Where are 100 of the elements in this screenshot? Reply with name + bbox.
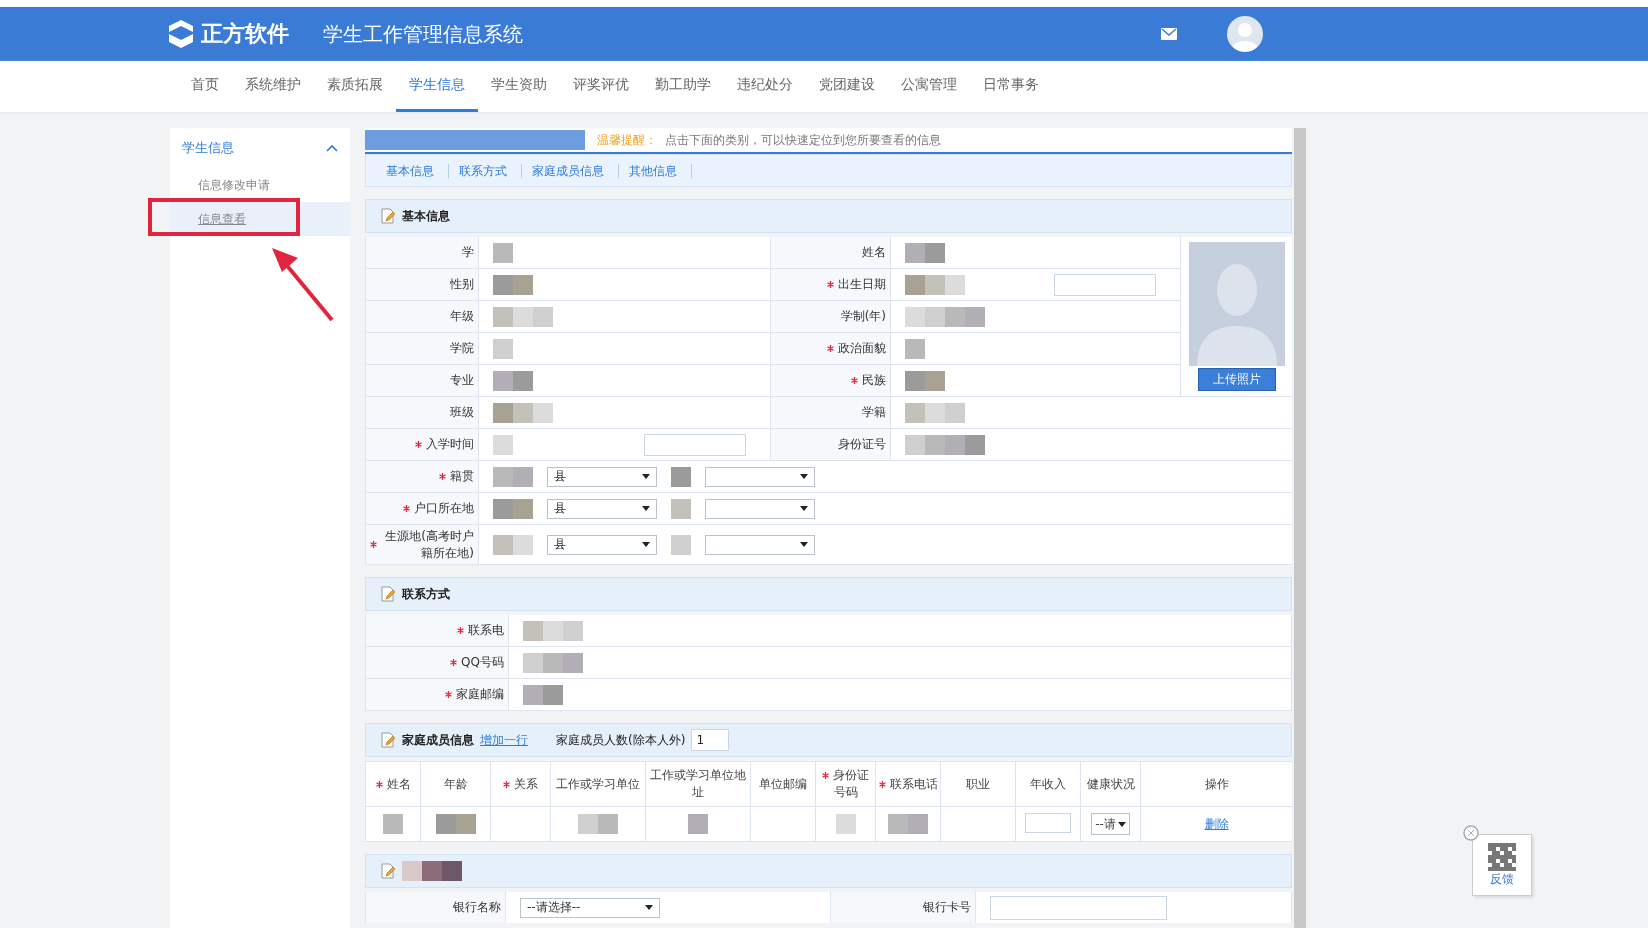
feedback-link[interactable]: 反馈 bbox=[1490, 870, 1514, 888]
field-label: 籍贯 bbox=[450, 468, 474, 485]
nav-tab[interactable]: 公寓管理 bbox=[888, 61, 970, 112]
field-label: 联系电 bbox=[468, 622, 504, 639]
notice-label: 温馨提醒： bbox=[597, 131, 657, 149]
anchor-link[interactable]: 家庭成员信息 bbox=[522, 163, 619, 178]
date-field[interactable] bbox=[1054, 273, 1156, 296]
field-label: 户口所在地 bbox=[414, 500, 474, 517]
select-dropdown[interactable]: 县 bbox=[547, 498, 657, 519]
pixelated-redaction bbox=[688, 814, 708, 834]
card-number-field[interactable] bbox=[990, 895, 1167, 920]
field-label: 学 bbox=[462, 244, 474, 261]
column-header: 职业 bbox=[966, 776, 990, 791]
column-header: 健康状况 bbox=[1086, 776, 1135, 791]
mail-icon[interactable] bbox=[1161, 28, 1177, 40]
field-label: 银行卡号 bbox=[923, 899, 971, 916]
select-dropdown[interactable]: 县 bbox=[547, 466, 657, 487]
field-label: 银行名称 bbox=[453, 899, 501, 916]
pixelated-redaction bbox=[578, 814, 618, 834]
select-dropdown[interactable] bbox=[705, 466, 815, 487]
pixelated-redaction bbox=[671, 498, 691, 519]
field-label: 民族 bbox=[862, 372, 886, 389]
anchor-link[interactable]: 基本信息 bbox=[376, 163, 449, 178]
edit-page-icon bbox=[380, 208, 396, 224]
column-header: 姓名 bbox=[386, 776, 411, 791]
column-header: 年龄 bbox=[443, 776, 468, 791]
pixelated-redaction bbox=[671, 466, 691, 487]
pixelated-redaction bbox=[905, 402, 965, 423]
column-header: 身份证号码 bbox=[833, 768, 869, 799]
field-label: 性别 bbox=[450, 276, 474, 293]
select-dropdown[interactable]: 县 bbox=[547, 534, 657, 555]
pixelated-redaction bbox=[493, 306, 553, 327]
section-title: 联系方式 bbox=[402, 585, 450, 603]
nav-tab[interactable]: 首页 bbox=[178, 61, 232, 112]
profile-silhouette-icon bbox=[1188, 242, 1285, 366]
upload-photo-button[interactable]: 上传照片 bbox=[1197, 368, 1276, 391]
field-label: QQ号码 bbox=[461, 654, 504, 671]
field-label: 年级 bbox=[450, 308, 474, 325]
nav-tab[interactable]: 违纪处分 bbox=[724, 61, 806, 112]
pixelated-redaction bbox=[435, 814, 476, 834]
logo-text: 正方软件 bbox=[201, 20, 289, 48]
pixelated-redaction bbox=[671, 534, 691, 555]
section-title: 家庭成员信息 bbox=[402, 731, 474, 749]
date-field[interactable] bbox=[644, 433, 746, 456]
pixelated-redaction bbox=[523, 684, 563, 705]
nav-tab[interactable]: 素质拓展 bbox=[314, 61, 396, 112]
nav-tab[interactable]: 勤工助学 bbox=[642, 61, 724, 112]
notice-text: 点击下面的类别，可以快速定位到您所要查看的信息 bbox=[665, 131, 941, 149]
field-label: 学籍 bbox=[862, 404, 886, 421]
add-row-link[interactable]: 增加一行 bbox=[480, 731, 528, 749]
count-field[interactable]: 1 bbox=[691, 729, 730, 751]
select-dropdown[interactable]: --请选择-- bbox=[520, 897, 660, 918]
column-header: 关系 bbox=[514, 776, 538, 791]
field-label: 生源地(高考时户籍所在地) bbox=[384, 527, 474, 562]
pixelated-redaction bbox=[493, 370, 533, 391]
nav-tab[interactable]: 学生资助 bbox=[478, 61, 560, 112]
edit-page-icon bbox=[380, 586, 396, 602]
menu-item[interactable]: 信息查看 bbox=[170, 202, 350, 236]
pixelated-redaction bbox=[523, 620, 583, 641]
close-icon[interactable] bbox=[1463, 825, 1479, 841]
pixelated-redaction bbox=[383, 814, 403, 834]
nav-tab[interactable]: 系统维护 bbox=[232, 61, 314, 112]
pixelated-redaction bbox=[905, 370, 945, 391]
system-title: 学生工作管理信息系统 bbox=[323, 20, 523, 48]
nav-tab[interactable]: 学生信息 bbox=[396, 61, 478, 112]
menu-group-title: 学生信息 bbox=[182, 139, 234, 157]
select-dropdown[interactable] bbox=[705, 498, 815, 519]
pixelated-redaction bbox=[493, 338, 513, 359]
nav-tab[interactable]: 日常事务 bbox=[970, 61, 1052, 112]
field-label: 入学时间 bbox=[426, 436, 474, 453]
column-header: 工作或学习单位 bbox=[556, 776, 640, 791]
select-dropdown[interactable] bbox=[705, 534, 815, 555]
income-field[interactable] bbox=[1025, 812, 1071, 833]
pixelated-redaction bbox=[493, 242, 513, 263]
nav-tab[interactable]: 党团建设 bbox=[806, 61, 888, 112]
field-label: 出生日期 bbox=[838, 276, 886, 293]
field-label: 政治面貌 bbox=[838, 340, 886, 357]
pixelated-redaction bbox=[493, 498, 533, 519]
pixelated-redaction bbox=[888, 814, 928, 834]
chevron-up-icon[interactable] bbox=[326, 144, 338, 152]
menu-item[interactable]: 信息修改申请 bbox=[170, 168, 350, 202]
avatar-icon[interactable] bbox=[1227, 16, 1263, 52]
pixelated-redaction bbox=[493, 534, 533, 555]
pixelated-redaction bbox=[905, 242, 945, 263]
column-header: 年收入 bbox=[1030, 776, 1066, 791]
anchor-link[interactable]: 联系方式 bbox=[449, 163, 522, 178]
field-label: 家庭成员人数(除本人外) bbox=[556, 731, 686, 749]
edit-page-icon bbox=[380, 732, 396, 748]
anchor-link[interactable]: 其他信息 bbox=[619, 163, 692, 178]
field-label: 家庭邮编 bbox=[456, 686, 504, 703]
column-header: 单位邮编 bbox=[759, 776, 807, 791]
field-label: 姓名 bbox=[862, 244, 886, 261]
delete-link[interactable]: 删除 bbox=[1204, 816, 1229, 831]
field-label: 专业 bbox=[450, 372, 474, 389]
section-title: 基本信息 bbox=[402, 207, 450, 225]
scrollbar[interactable] bbox=[1294, 128, 1306, 928]
select-dropdown[interactable]: --请 bbox=[1091, 813, 1130, 835]
nav-tab[interactable]: 评奖评优 bbox=[560, 61, 642, 112]
field-label: 身份证号 bbox=[838, 436, 886, 453]
pixelated-redaction bbox=[402, 861, 462, 881]
